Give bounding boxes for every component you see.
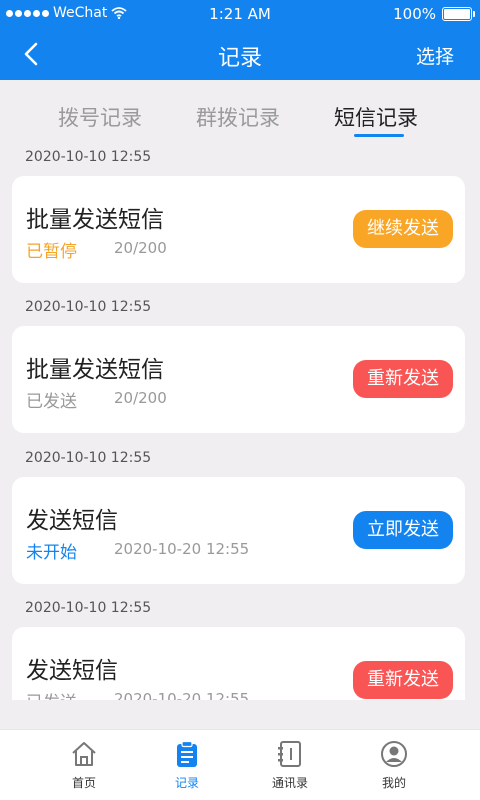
nav-bar: 记录 选择 (0, 28, 480, 80)
page-title: 记录 (217, 46, 262, 71)
battery-icon (442, 7, 475, 21)
status-bar: WeChat 1:21 AM 100% (0, 0, 480, 28)
send-now-button[interactable]: 立即发送 (353, 511, 453, 549)
record-scheduled-time: 2020-10-20 12:55 (114, 540, 250, 558)
select-button[interactable]: 选择 (416, 42, 454, 69)
record-title: 批量发送短信 (26, 207, 164, 233)
continue-send-button[interactable]: 继续发送 (353, 210, 453, 248)
home-icon (72, 742, 96, 766)
record-status: 未开始 (26, 543, 77, 563)
bottom-tab-bar: 首页 记录 通讯录 我的 (0, 729, 480, 800)
record-title: 批量发送短信 (26, 357, 164, 383)
record-scheduled-time: 2020-10-20 12:55 (114, 690, 250, 700)
record-tabs: 拨号记录 群拨记录 短信记录 (0, 96, 480, 140)
clipboard-icon (177, 740, 197, 767)
contacts-book-icon (278, 741, 301, 767)
record-card[interactable]: 批量发送短信 已发送 20/200 重新发送 (12, 326, 465, 433)
bottom-tab-me[interactable]: 我的 (354, 740, 434, 791)
header: WeChat 1:21 AM 100% 记录 选择 (0, 0, 480, 80)
bottom-tab-records[interactable]: 记录 (147, 740, 227, 791)
bottom-tab-label: 记录 (174, 776, 199, 790)
battery-group: 100% (393, 5, 475, 23)
record-card[interactable]: 批量发送短信 已暂停 20/200 继续发送 (12, 176, 465, 283)
battery-percent: 100% (393, 5, 436, 23)
record-card[interactable]: 发送短信 未开始 2020-10-20 12:55 立即发送 (12, 477, 465, 584)
active-tab-indicator (354, 134, 404, 137)
bottom-tab-label: 我的 (381, 776, 406, 790)
tab-sms-records[interactable]: 短信记录 (334, 102, 418, 132)
tab-dial-records[interactable]: 拨号记录 (58, 102, 142, 132)
record-progress: 20/200 (114, 239, 167, 257)
bottom-tab-label: 首页 (71, 776, 96, 790)
resend-button[interactable]: 重新发送 (353, 661, 453, 699)
record-card[interactable]: 发送短信 已发送 2020-10-20 12:55 重新发送 (12, 627, 465, 700)
record-status: 已发送 (26, 688, 77, 700)
record-status: 已暂停 (26, 242, 77, 262)
record-date: 2020-10-10 12:55 (25, 149, 152, 165)
bottom-tab-home[interactable]: 首页 (44, 740, 124, 791)
tab-group-dial-records[interactable]: 群拨记录 (196, 102, 280, 132)
record-title: 发送短信 (26, 658, 118, 684)
user-icon (381, 741, 407, 767)
record-status: 已发送 (26, 392, 77, 412)
record-title: 发送短信 (26, 508, 118, 534)
record-progress: 20/200 (114, 389, 167, 407)
bottom-tab-contacts[interactable]: 通讯录 (250, 740, 330, 791)
bottom-tab-label: 通讯录 (271, 776, 308, 790)
resend-button[interactable]: 重新发送 (353, 360, 453, 398)
record-date: 2020-10-10 12:55 (25, 299, 152, 315)
record-date: 2020-10-10 12:55 (25, 600, 152, 616)
record-date: 2020-10-10 12:55 (25, 450, 152, 466)
record-list: 2020-10-10 12:55 批量发送短信 已暂停 20/200 继续发送 … (0, 140, 480, 700)
